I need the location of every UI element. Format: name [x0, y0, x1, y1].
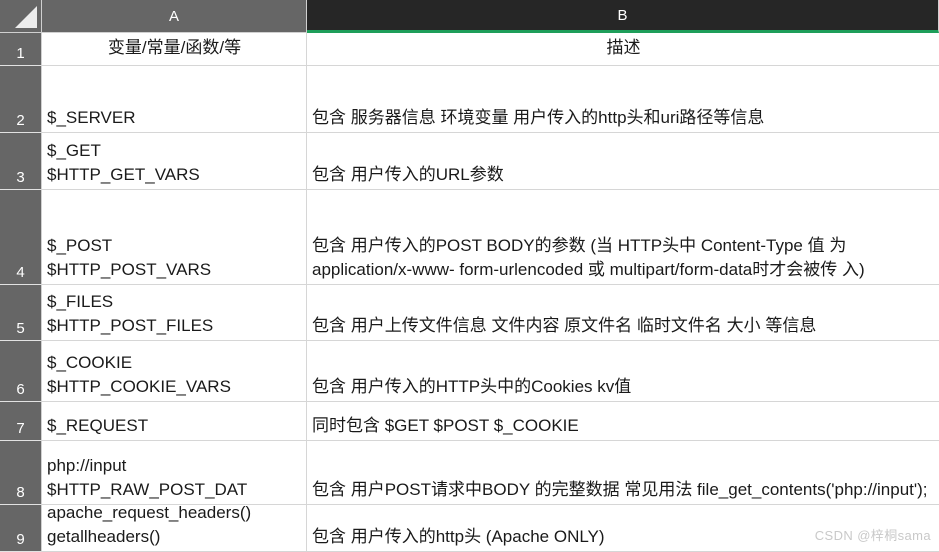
row-header-1[interactable]: 1 [0, 33, 42, 66]
column-header-b[interactable]: B [307, 0, 939, 33]
cell-b5[interactable]: 包含 用户上传文件信息 文件内容 原文件名 临时文件名 大小 等信息 [307, 285, 939, 341]
row-header-4[interactable]: 4 [0, 190, 42, 285]
row-header-5[interactable]: 5 [0, 285, 42, 341]
row-header-3[interactable]: 3 [0, 133, 42, 190]
cell-a3[interactable]: $_GET $HTTP_GET_VARS [42, 133, 307, 190]
spreadsheet-view: A B 1 变量/常量/函数/等 描述 2 $_SERVER 包含 服务器信息 … [0, 0, 939, 552]
cell-b6[interactable]: 包含 用户传入的HTTP头中的Cookies kv值 [307, 341, 939, 402]
select-all-corner[interactable] [0, 0, 42, 33]
spreadsheet-grid: A B 1 变量/常量/函数/等 描述 2 $_SERVER 包含 服务器信息 … [0, 0, 939, 552]
row-header-8[interactable]: 8 [0, 441, 42, 505]
cell-a6[interactable]: $_COOKIE $HTTP_COOKIE_VARS [42, 341, 307, 402]
column-header-a[interactable]: A [42, 0, 307, 33]
cell-b8[interactable]: 包含 用户POST请求中BODY 的完整数据 常见用法 file_get_con… [307, 441, 939, 505]
cell-a1[interactable]: 变量/常量/函数/等 [42, 33, 307, 66]
row-header-2[interactable]: 2 [0, 66, 42, 133]
cell-b3[interactable]: 包含 用户传入的URL参数 [307, 133, 939, 190]
row-header-6[interactable]: 6 [0, 341, 42, 402]
row-header-9[interactable]: 9 [0, 505, 42, 552]
select-all-triangle-icon [15, 6, 37, 28]
cell-a4[interactable]: $_POST $HTTP_POST_VARS [42, 190, 307, 285]
cell-a2[interactable]: $_SERVER [42, 66, 307, 133]
cell-a9[interactable]: apache_request_headers() getallheaders() [42, 505, 307, 552]
cell-b2[interactable]: 包含 服务器信息 环境变量 用户传入的http头和uri路径等信息 [307, 66, 939, 133]
row-header-7[interactable]: 7 [0, 402, 42, 441]
cell-a7[interactable]: $_REQUEST [42, 402, 307, 441]
cell-a8[interactable]: php://input $HTTP_RAW_POST_DAT [42, 441, 307, 505]
cell-b4[interactable]: 包含 用户传入的POST BODY的参数 (当 HTTP头中 Content-T… [307, 190, 939, 285]
cell-b9[interactable]: 包含 用户传入的http头 (Apache ONLY) [307, 505, 939, 552]
cell-b1[interactable]: 描述 [307, 33, 939, 66]
cell-a5[interactable]: $_FILES $HTTP_POST_FILES [42, 285, 307, 341]
cell-b7[interactable]: 同时包含 $GET $POST $_COOKIE [307, 402, 939, 441]
